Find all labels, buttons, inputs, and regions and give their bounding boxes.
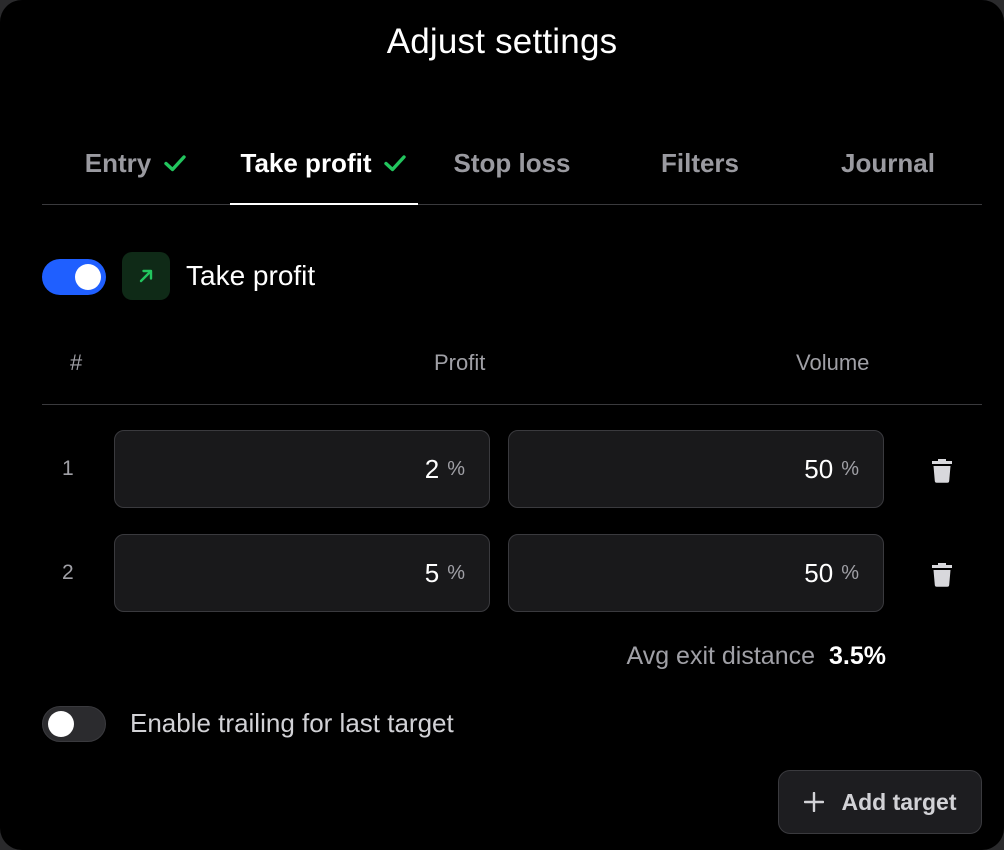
tab-label: Filters — [660, 147, 740, 178]
percent-unit: % — [841, 561, 859, 584]
section-title: Take profit — [186, 260, 316, 291]
delete-row-button[interactable] — [928, 559, 956, 589]
add-target-label: Add target — [841, 788, 957, 815]
volume-input[interactable]: 50 % — [508, 534, 884, 612]
check-icon — [384, 155, 407, 172]
tab-label: Stop loss — [453, 147, 571, 178]
add-target-button[interactable]: Add target — [778, 770, 982, 834]
row-index: 1 — [62, 457, 74, 480]
settings-dialog: Adjust settings Entry Take profit Stop l… — [0, 0, 1004, 850]
avg-exit-label: Avg exit distance — [626, 642, 816, 670]
percent-unit: % — [447, 457, 465, 480]
take-profit-toggle[interactable] — [42, 259, 106, 295]
arrow-up-right-icon — [139, 269, 153, 283]
tab-bar: Entry Take profit Stop loss Filters Jour… — [42, 122, 982, 205]
toggle-knob — [48, 711, 74, 737]
dialog-title: Adjust settings — [386, 22, 618, 61]
profit-input[interactable]: 5 % — [114, 534, 490, 612]
header-divider — [42, 404, 982, 405]
column-header-index: # — [70, 350, 83, 375]
trailing-toggle[interactable] — [42, 706, 106, 742]
percent-unit: % — [841, 457, 859, 480]
tab-label: Entry — [84, 147, 152, 178]
profit-input[interactable]: 2 % — [114, 430, 490, 508]
column-header-volume: Volume — [796, 350, 870, 375]
avg-exit-distance: Avg exit distance 3.5% — [626, 642, 886, 671]
avg-exit-value: 3.5% — [829, 642, 886, 670]
toggle-knob — [75, 264, 101, 290]
column-header-profit: Profit — [434, 350, 486, 375]
volume-input[interactable]: 50 % — [508, 430, 884, 508]
tab-entry[interactable]: Entry — [42, 122, 230, 204]
profit-value: 2 — [424, 453, 440, 484]
trash-icon — [932, 563, 952, 587]
delete-row-button[interactable] — [928, 455, 956, 485]
tab-journal[interactable]: Journal — [794, 122, 982, 204]
tab-stop-loss[interactable]: Stop loss — [418, 122, 606, 204]
percent-unit: % — [447, 561, 465, 584]
check-icon — [164, 155, 186, 172]
tab-filters[interactable]: Filters — [606, 122, 794, 204]
tab-take-profit[interactable]: Take profit — [230, 122, 418, 205]
volume-value: 50 — [804, 453, 834, 484]
tab-label: Take profit — [240, 147, 372, 178]
trailing-label: Enable trailing for last target — [130, 708, 454, 738]
take-profit-badge — [122, 252, 170, 300]
profit-value: 5 — [424, 557, 440, 588]
trash-icon — [932, 459, 952, 483]
tab-label: Journal — [841, 147, 935, 178]
volume-value: 50 — [804, 557, 834, 588]
row-index: 2 — [62, 561, 74, 584]
plus-icon — [803, 792, 824, 812]
